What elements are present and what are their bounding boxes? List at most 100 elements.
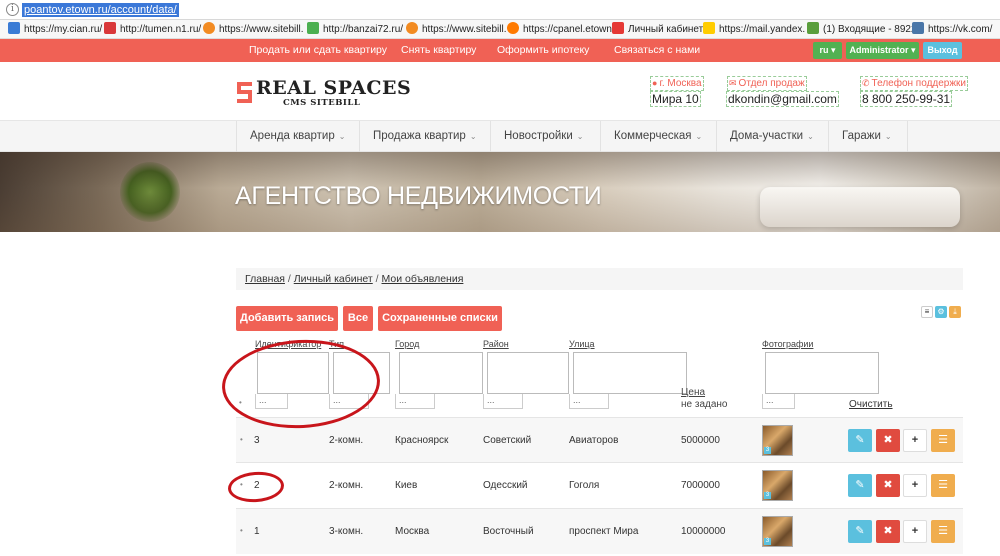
bookmark-favicon-icon [507, 22, 519, 34]
bookmark-item[interactable]: http://tumen.n1.ru/ [104, 22, 201, 37]
bookmark-item[interactable]: https://my.cian.ru/ [8, 22, 102, 37]
edit-button[interactable]: ✎ [848, 520, 872, 543]
table-row: • 2 2-комн. Киев Одесский Гоголя 7000000… [236, 462, 963, 508]
breadcrumb-my-listings[interactable]: Мои объявления [382, 273, 464, 285]
contact-phone[interactable]: 8 800 250-99-31 [860, 91, 953, 107]
admin-dropdown[interactable]: Administrator ▾ [846, 42, 919, 59]
all-button[interactable]: Все [343, 306, 373, 331]
row-street: Гоголя [569, 480, 600, 491]
row-type: 2-комн. [329, 480, 364, 491]
envelope-icon: ✉ [729, 78, 737, 88]
settings-icon[interactable]: ⚙ [935, 306, 947, 318]
filter-city-select[interactable] [399, 352, 483, 394]
row-photo-thumbnail[interactable]: 3 [762, 470, 793, 501]
photo-count-badge: 3 [764, 538, 771, 545]
bookmark-item[interactable]: https://mail.yandex. [703, 22, 805, 37]
row-price: 7000000 [681, 480, 720, 491]
logout-button[interactable]: Выход [923, 42, 962, 59]
col-header-price[interactable]: Цена [681, 387, 705, 398]
nav-item-commercial[interactable]: Коммерческая ⌄ [600, 121, 716, 152]
col-header-photos[interactable]: Фотографии [762, 339, 813, 349]
col-header-city[interactable]: Город [395, 339, 419, 349]
bookmarks-bar: https://my.cian.ru/ http://tumen.n1.ru/ … [0, 20, 1000, 39]
nav-item-sale[interactable]: Продажа квартир ⌄ [359, 121, 490, 152]
nav-item-garages[interactable]: Гаражи ⌄ [828, 121, 908, 152]
filter-district-input[interactable]: ... [483, 394, 523, 409]
details-button[interactable]: ☰ [931, 520, 955, 543]
bookmark-item[interactable]: https://cpanel.etown [507, 22, 612, 37]
filter-city-input[interactable]: ... [395, 394, 435, 409]
row-city: Москва [395, 526, 430, 537]
delete-button[interactable]: ✖ [876, 520, 900, 543]
breadcrumb-home[interactable]: Главная [245, 273, 285, 285]
details-button[interactable]: ☰ [931, 429, 955, 452]
bookmark-favicon-icon [104, 22, 116, 34]
pencil-icon: ✎ [855, 434, 865, 446]
contact-phone-label: ✆ Телефон поддержки [860, 76, 969, 91]
delete-button[interactable]: ✖ [876, 429, 900, 452]
list-icon: ☰ [938, 434, 948, 446]
bookmark-favicon-icon [703, 22, 715, 34]
photo-count-badge: 3 [764, 492, 771, 499]
mortgage-link[interactable]: Оформить ипотеку [497, 44, 589, 56]
logo-title[interactable]: REAL SPACES [256, 77, 411, 99]
row-type: 2-комн. [329, 435, 364, 446]
filter-photos-input[interactable]: ... [762, 394, 795, 409]
url-text[interactable]: poantov.etown.ru/account/data/ [22, 3, 179, 17]
filter-price-value[interactable]: не задано [681, 399, 728, 410]
col-header-district[interactable]: Район [483, 339, 509, 349]
nav-item-rent[interactable]: Аренда квартир ⌄ [236, 121, 359, 152]
row-photo-thumbnail[interactable]: 3 [762, 516, 793, 547]
bookmark-favicon-icon [406, 22, 418, 34]
add-to-list-button[interactable]: + [903, 429, 927, 452]
add-record-button[interactable]: Добавить запись [236, 306, 338, 331]
bookmark-favicon-icon [807, 22, 819, 34]
row-photo-thumbnail[interactable]: 3 [762, 425, 793, 456]
bookmark-item[interactable]: http://banzai72.ru/ [307, 22, 403, 37]
filter-district-select[interactable] [487, 352, 569, 394]
bookmark-item[interactable]: https://vk.com/ [912, 22, 992, 37]
pencil-icon: ✎ [855, 525, 865, 537]
add-to-list-button[interactable]: + [903, 520, 927, 543]
nav-item-houses[interactable]: Дома-участки ⌄ [716, 121, 828, 152]
address-bar[interactable]: i poantov.etown.ru/account/data/ [0, 0, 1000, 20]
language-dropdown[interactable]: ru ▾ [813, 42, 842, 59]
photo-count-badge: 3 [764, 447, 771, 454]
breadcrumb-account[interactable]: Личный кабинет [294, 273, 373, 285]
list-view-icon[interactable]: ≡ [921, 306, 933, 318]
row-price: 10000000 [681, 526, 726, 537]
add-to-list-button[interactable]: + [903, 474, 927, 497]
row-district: Советский [483, 435, 532, 446]
info-icon[interactable]: i [6, 3, 19, 16]
filter-street-input[interactable]: ... [569, 394, 609, 409]
row-id: 1 [254, 526, 260, 537]
saved-lists-button[interactable]: Сохраненные списки [378, 306, 502, 331]
download-icon[interactable]: ⤓ [949, 306, 961, 318]
list-icon: ☰ [938, 479, 948, 491]
hero-banner: АГЕНТСТВО НЕДВИЖИМОСТИ [0, 152, 1000, 232]
edit-button[interactable]: ✎ [848, 474, 872, 497]
edit-button[interactable]: ✎ [848, 429, 872, 452]
contact-city-label: ● г. Москва [650, 76, 704, 91]
sell-rent-link[interactable]: Продать или сдать квартиру [249, 44, 387, 56]
bookmark-item[interactable]: (1) Входящие - 8922 [807, 22, 917, 37]
filter-photos-select[interactable] [765, 352, 879, 394]
logo-icon[interactable] [236, 78, 256, 108]
bookmark-favicon-icon [307, 22, 319, 34]
bookmark-item[interactable]: https://www.sitebill. [203, 22, 303, 37]
nav-item-new-buildings[interactable]: Новостройки ⌄ [490, 121, 600, 152]
filter-street-select[interactable] [573, 352, 687, 394]
top-bar: Продать или сдать квартиру Снять квартир… [0, 39, 1000, 62]
delete-button[interactable]: ✖ [876, 474, 900, 497]
bookmark-item[interactable]: Личный кабинет [612, 22, 703, 37]
bookmark-favicon-icon [912, 22, 924, 34]
bookmark-item[interactable]: https://www.sitebill. [406, 22, 506, 37]
contact-address: Мира 10 [650, 91, 701, 107]
details-button[interactable]: ☰ [931, 474, 955, 497]
clear-filters-link[interactable]: Очистить [849, 399, 893, 410]
contact-us-link[interactable]: Связаться с нами [614, 44, 700, 56]
col-header-street[interactable]: Улица [569, 339, 595, 349]
rent-apartment-link[interactable]: Снять квартиру [401, 44, 476, 56]
contact-email[interactable]: dkondin@gmail.com [726, 91, 839, 107]
chevron-down-icon: ⌄ [695, 132, 703, 141]
